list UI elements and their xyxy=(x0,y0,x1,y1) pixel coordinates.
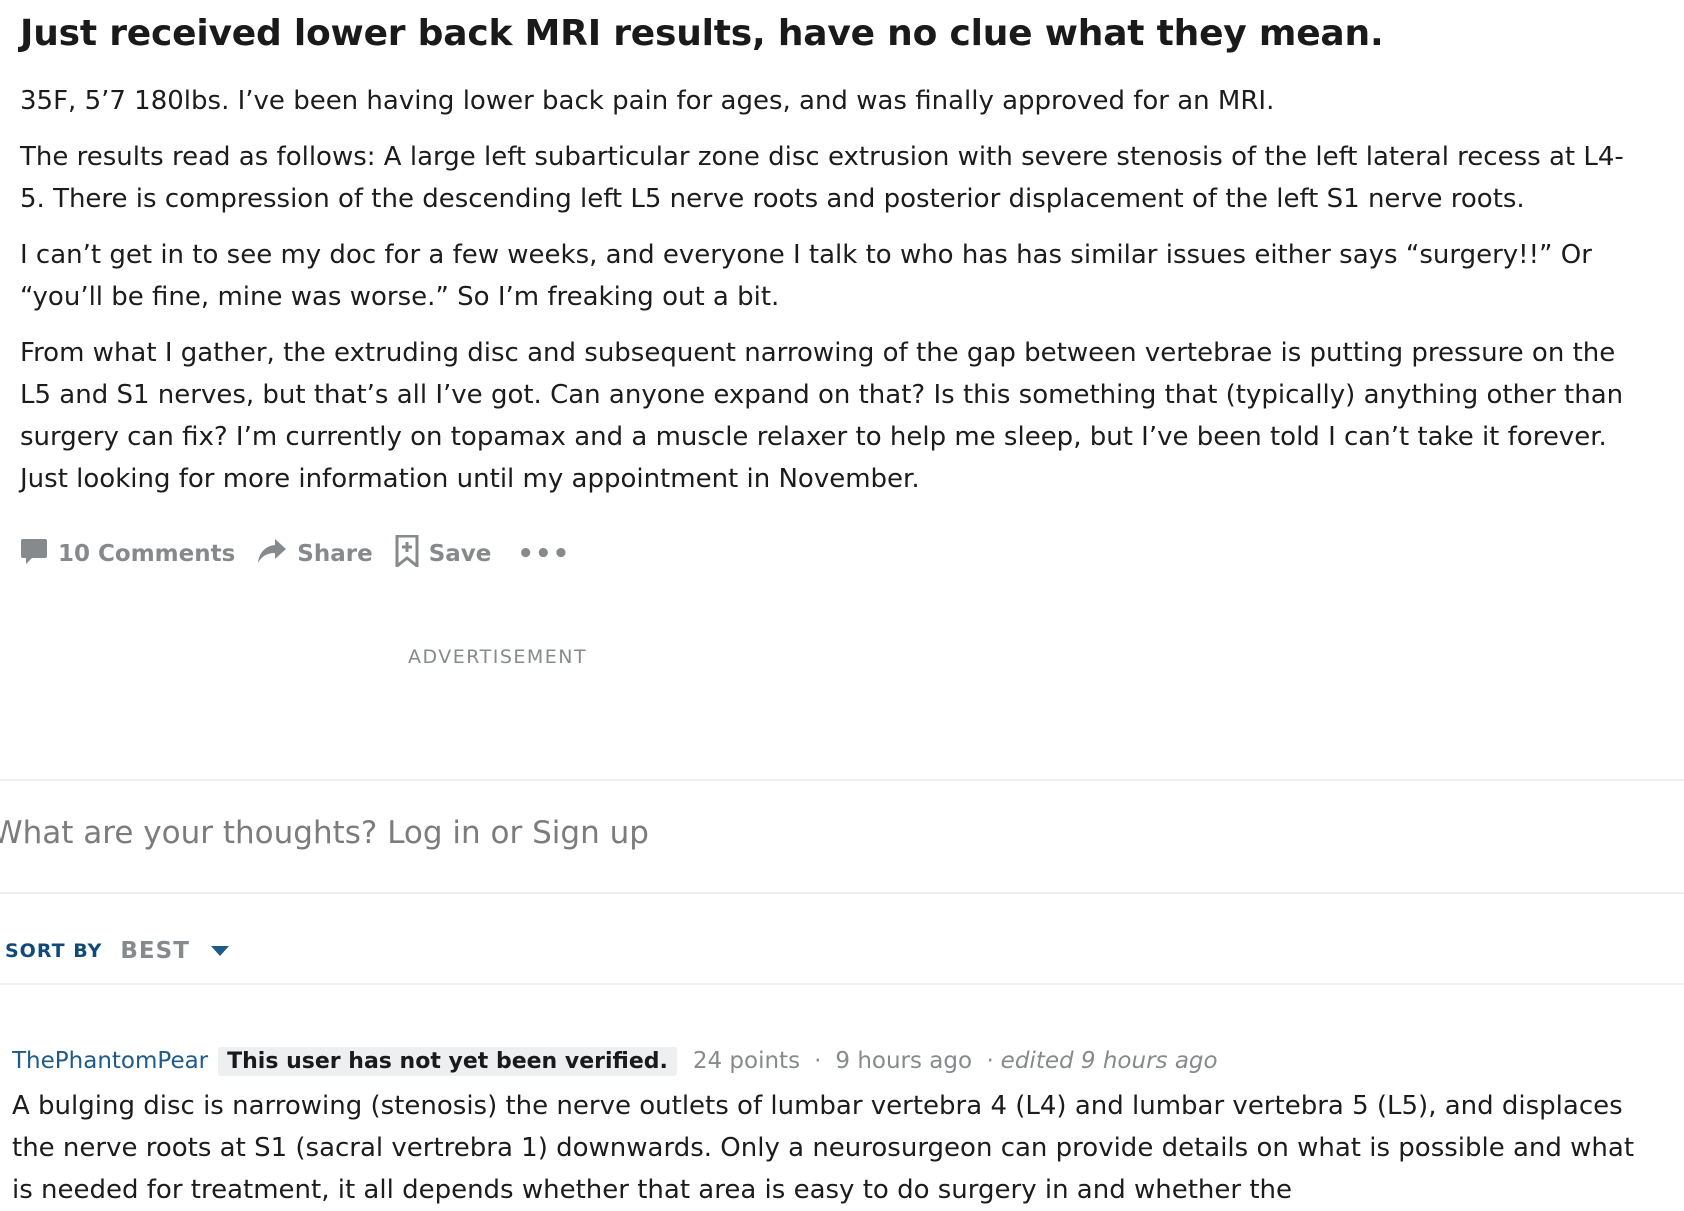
comment-input-prompt[interactable]: What are your thoughts? Log in or Sign u… xyxy=(0,815,649,851)
comment-meta: ThePhantomPear This user has not yet bee… xyxy=(12,1043,1652,1079)
post-title: Just received lower back MRI results, ha… xyxy=(20,13,1384,54)
comment-edited-time: · edited 9 hours ago xyxy=(986,1048,1218,1074)
sort-bar: SORT BY BEST xyxy=(5,936,230,966)
comment-icon xyxy=(20,537,58,571)
comments-count-label: 10 Comments xyxy=(58,541,236,567)
post-actions-bar: 10 Comments Share Save ••• xyxy=(20,534,570,573)
post-body: 35F, 5’7 180lbs. I’ve been having lower … xyxy=(20,80,1640,500)
caret-down-icon[interactable] xyxy=(210,945,230,957)
comment-points: 24 points xyxy=(692,1048,801,1074)
post-paragraph: From what I gather, the extruding disc a… xyxy=(20,338,1624,494)
share-button[interactable]: Share xyxy=(257,538,373,570)
comment-timestamp[interactable]: 9 hours ago xyxy=(835,1048,972,1074)
user-flair-badge: This user has not yet been verified. xyxy=(218,1046,677,1076)
advertisement-label: ADVERTISEMENT xyxy=(408,646,588,668)
comment-author-link[interactable]: ThePhantomPear xyxy=(12,1048,208,1074)
divider xyxy=(0,983,1684,985)
meta-separator: · xyxy=(814,1048,822,1074)
post-paragraph: 35F, 5’7 180lbs. I’ve been having lower … xyxy=(20,86,1275,116)
save-label: Save xyxy=(428,541,492,567)
bookmark-add-icon xyxy=(395,534,429,573)
post: Just received lower back MRI results, ha… xyxy=(20,10,1640,514)
share-arrow-icon xyxy=(257,538,297,570)
post-paragraph: The results read as follows: A large lef… xyxy=(20,142,1624,214)
divider xyxy=(0,779,1684,781)
comments-button[interactable]: 10 Comments xyxy=(20,537,235,571)
share-label: Share xyxy=(297,541,373,567)
comment-body: A bulging disc is narrowing (stenosis) t… xyxy=(12,1091,1635,1205)
sort-dropdown[interactable]: BEST xyxy=(120,938,190,964)
sort-by-label: SORT BY xyxy=(5,940,103,962)
save-button[interactable]: Save xyxy=(395,534,492,573)
post-paragraph: I can’t get in to see my doc for a few w… xyxy=(20,240,1592,312)
more-options-icon[interactable]: ••• xyxy=(517,539,570,569)
comment: ThePhantomPear This user has not yet bee… xyxy=(12,1043,1652,1211)
divider xyxy=(0,892,1684,894)
